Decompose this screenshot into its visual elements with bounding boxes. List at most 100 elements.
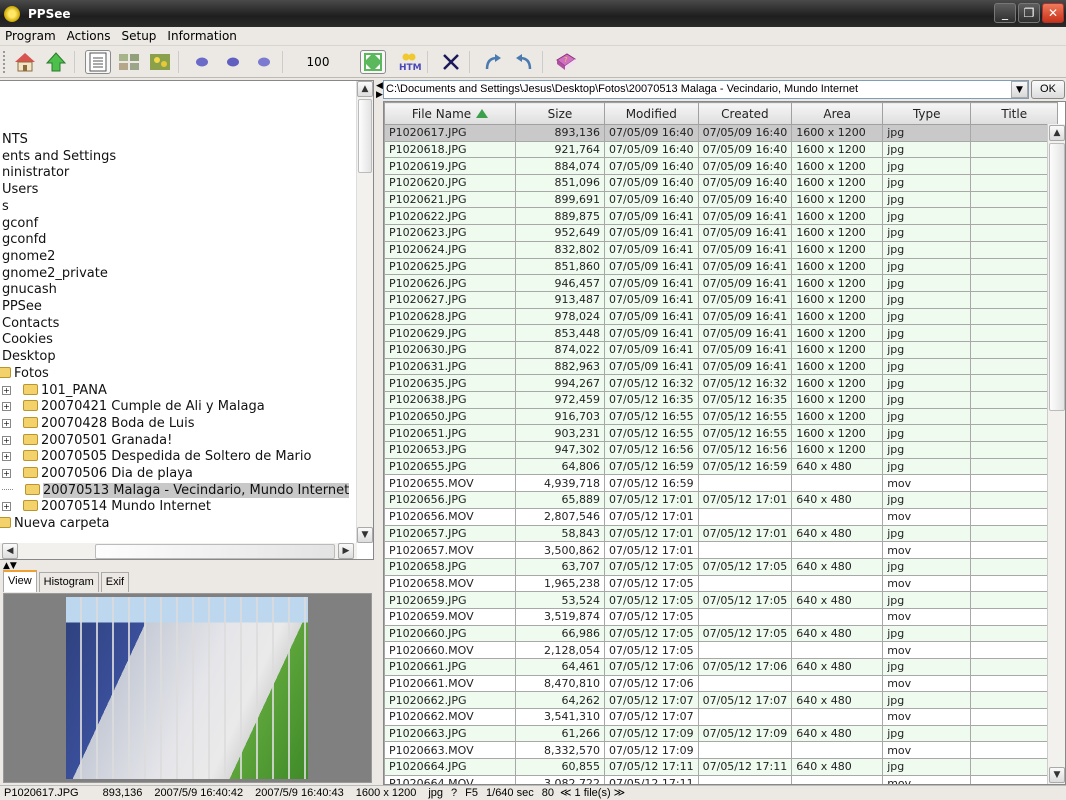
expand-icon[interactable]: + [2, 452, 11, 462]
list-view-button[interactable] [85, 50, 111, 74]
tab-view[interactable]: View [3, 570, 37, 592]
table-row[interactable]: P1020630.JPG 874,022 07/05/09 16:41 07/05/0… [384, 340, 1059, 359]
table-row[interactable]: P1020664.JPG 60,855 07/05/12 17:11 07/05/12… [384, 758, 1059, 776]
column-header-modified[interactable]: Modified [604, 102, 699, 125]
table-row[interactable]: P1020623.JPG 952,649 07/05/09 16:41 07/05/0… [384, 224, 1059, 242]
tree-item[interactable]: +20070428 Boda de Luis [2, 415, 195, 432]
table-row[interactable]: P1020663.JPG 61,266 07/05/12 17:09 07/05/12… [384, 724, 1059, 743]
table-row[interactable]: P1020664.MOV 3,082,722 07/05/12 17:11 mov [384, 774, 1059, 784]
table-row[interactable]: P1020631.JPG 882,963 07/05/09 16:41 07/05/0… [384, 357, 1059, 376]
tree-horizontal-scrollbar[interactable]: ◀ ▶ [0, 543, 357, 559]
table-row[interactable]: P1020661.JPG 64,461 07/05/12 17:06 07/05/12… [384, 658, 1059, 676]
rotate-left-button[interactable] [511, 50, 537, 74]
expand-icon[interactable]: + [2, 418, 11, 428]
tree-item[interactable]: +101_PANA [2, 382, 107, 399]
table-row[interactable]: P1020662.JPG 64,262 07/05/12 17:07 07/05/12… [384, 691, 1059, 710]
tab-histogram[interactable]: Histogram [38, 572, 99, 592]
scroll-down-button[interactable]: ▼ [357, 527, 373, 543]
table-row[interactable]: P1020662.MOV 3,541,310 07/05/12 17:07 mov [384, 708, 1059, 726]
table-row[interactable]: P1020660.JPG 66,986 07/05/12 17:05 07/05/12… [384, 624, 1059, 643]
delete-button[interactable] [438, 50, 464, 74]
table-row[interactable]: P1020656.MOV 2,807,546 07/05/12 17:01 mov [384, 507, 1059, 526]
table-row[interactable]: P1020629.JPG 853,448 07/05/09 16:41 07/05/0… [384, 324, 1059, 342]
pane-collapse-arrows[interactable]: ◀ ▶ [376, 82, 383, 100]
path-input[interactable]: C:\Documents and Settings\Jesus\Desktop\… [383, 80, 1029, 99]
folder-tree[interactable]: ▲ ▼ ◀ ▶ NTS ents and Settings ninistrator U… [0, 80, 374, 560]
minimize-button[interactable]: _ [994, 3, 1016, 23]
table-row[interactable]: P1020656.JPG 65,889 07/05/12 17:01 07/05/12… [384, 491, 1059, 509]
previous-button[interactable] [189, 50, 215, 74]
table-row[interactable]: P1020638.JPG 972,459 07/05/12 16:35 07/05/1… [384, 391, 1059, 409]
scroll-up-button[interactable]: ▲ [357, 81, 373, 97]
scroll-down-button[interactable]: ▼ [1049, 767, 1065, 783]
table-row[interactable]: P1020617.JPG 893,136 07/05/09 16:40 07/05/0… [384, 124, 1059, 142]
table-row[interactable]: P1020626.JPG 946,457 07/05/09 16:41 07/05/0… [384, 274, 1059, 292]
table-row[interactable]: P1020659.JPG 53,524 07/05/12 17:05 07/05/12… [384, 591, 1059, 609]
help-button[interactable]: ? [553, 50, 579, 74]
close-button[interactable]: ✕ [1042, 3, 1064, 23]
column-header-title[interactable]: Title [970, 102, 1059, 125]
tree-item[interactable]: NTS [2, 131, 28, 148]
tree-item[interactable]: Fotos [0, 365, 49, 382]
scroll-thumb[interactable] [358, 99, 372, 173]
tab-exif[interactable]: Exif [100, 572, 130, 592]
tree-item[interactable]: Desktop [2, 348, 56, 365]
table-row[interactable]: P1020657.MOV 3,500,862 07/05/12 17:01 mov [384, 541, 1059, 559]
table-row[interactable]: P1020635.JPG 994,267 07/05/12 16:32 07/05/1… [384, 374, 1059, 392]
menu-actions[interactable]: Actions [62, 29, 117, 43]
column-header-type[interactable]: Type [882, 102, 972, 125]
ok-button[interactable]: OK [1031, 80, 1065, 99]
table-row[interactable]: P1020619.JPG 884,074 07/05/09 16:40 07/05/0… [384, 157, 1059, 176]
table-row[interactable]: P1020621.JPG 899,691 07/05/09 16:40 07/05/0… [384, 190, 1059, 209]
file-table-scrollbar[interactable]: ▲ ▼ [1047, 124, 1065, 784]
expand-icon[interactable]: + [2, 385, 11, 395]
next-button[interactable] [251, 50, 277, 74]
menu-program[interactable]: Program [0, 29, 62, 43]
column-header-file-name[interactable]: File Name [384, 102, 516, 125]
zoom-level[interactable]: 100 [288, 55, 348, 69]
table-row[interactable]: P1020622.JPG 889,875 07/05/09 16:41 07/05/0… [384, 207, 1059, 226]
html-export-button[interactable]: HTM [396, 50, 422, 74]
tree-item[interactable]: s [2, 198, 9, 215]
tree-item[interactable]: Contacts [2, 315, 59, 332]
up-folder-button[interactable] [43, 50, 69, 74]
table-row[interactable]: P1020627.JPG 913,487 07/05/09 16:41 07/05/0… [384, 290, 1059, 309]
tree-vertical-scrollbar[interactable]: ▲ ▼ [356, 81, 373, 543]
column-header-size[interactable]: Size [515, 102, 605, 125]
table-row[interactable]: P1020655.MOV 4,939,718 07/05/12 16:59 mov [384, 474, 1059, 493]
tree-item[interactable]: ninistrator [2, 164, 69, 181]
tree-item[interactable]: gconfd [2, 231, 46, 248]
toolbar-grip[interactable] [3, 51, 7, 73]
tree-item[interactable]: PPSee [2, 298, 42, 315]
status-selection[interactable]: ≪ 1 file(s) ≫ [560, 786, 625, 800]
tree-item[interactable]: gnucash [2, 281, 57, 298]
scroll-left-button[interactable]: ◀ [2, 543, 18, 559]
table-row[interactable]: P1020618.JPG 921,764 07/05/09 16:40 07/05/0… [384, 140, 1059, 159]
table-row[interactable]: P1020628.JPG 978,024 07/05/09 16:41 07/05/0… [384, 307, 1059, 326]
restore-button[interactable]: ❐ [1018, 3, 1040, 23]
column-header-area[interactable]: Area [791, 102, 884, 125]
tree-item[interactable]: 20070513 Malaga - Vecindario, Mundo Inte… [2, 482, 350, 499]
scroll-thumb[interactable] [1049, 143, 1065, 411]
expand-icon[interactable]: + [2, 502, 11, 512]
play-button[interactable] [220, 50, 246, 74]
table-row[interactable]: P1020658.JPG 63,707 07/05/12 17:05 07/05/12… [384, 557, 1059, 576]
thumbnail-strip-button[interactable] [116, 50, 142, 74]
tree-item[interactable]: Users [2, 181, 38, 198]
table-row[interactable]: P1020655.JPG 64,806 07/05/12 16:59 07/05/12… [384, 457, 1059, 476]
expand-icon[interactable]: + [2, 435, 11, 445]
table-row[interactable]: P1020620.JPG 851,096 07/05/09 16:40 07/05/0… [384, 174, 1059, 192]
tree-item[interactable]: gconf [2, 215, 38, 232]
tree-item[interactable]: +20070514 Mundo Internet [2, 498, 211, 515]
tree-item[interactable]: gnome2_private [2, 265, 108, 282]
tree-item[interactable]: +20070506 Dia de playa [2, 465, 193, 482]
tree-item[interactable]: ents and Settings [2, 148, 116, 165]
table-row[interactable]: P1020657.JPG 58,843 07/05/12 17:01 07/05/12… [384, 524, 1059, 543]
column-header-created[interactable]: Created [697, 102, 793, 125]
menu-setup[interactable]: Setup [116, 29, 162, 43]
table-row[interactable]: P1020659.MOV 3,519,874 07/05/12 17:05 mov [384, 607, 1059, 626]
expand-icon[interactable]: + [2, 469, 11, 478]
expand-icon[interactable]: + [2, 402, 11, 412]
tree-item[interactable]: gnome2 [2, 248, 55, 265]
table-row[interactable]: P1020653.JPG 947,302 07/05/12 16:56 07/05/1… [384, 441, 1059, 459]
